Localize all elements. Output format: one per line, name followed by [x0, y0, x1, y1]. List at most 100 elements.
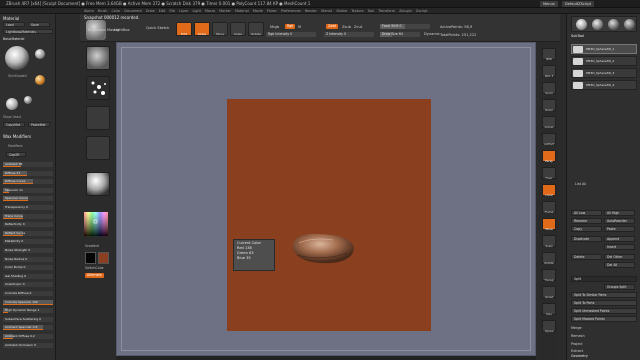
zcut-button[interactable]: Zcut [354, 25, 362, 29]
save-button[interactable]: Save [28, 22, 50, 27]
material-slider[interactable]: Reflect Curve [3, 230, 53, 236]
material-slider[interactable]: Specular 11 [3, 187, 53, 193]
subtool-row[interactable]: PM3D_Sphere3D_4 [571, 80, 637, 90]
texture-selector[interactable] [86, 136, 110, 160]
split-unmasked-button[interactable]: Split Unmasked Points [571, 308, 637, 314]
view-persp-button[interactable]: Persp [542, 150, 556, 163]
mrgb-button[interactable]: Mrgb [270, 25, 279, 29]
draw-size-slider[interactable]: Draw Size 64 [380, 32, 420, 37]
view-move-button[interactable]: Move [542, 218, 556, 231]
secondary-color-swatch[interactable] [85, 252, 96, 264]
subtool-row[interactable]: PM3D_Sphere3D_2 [571, 56, 637, 66]
edit-button[interactable]: Edit [176, 22, 192, 36]
default-zscript-button[interactable]: DefaultZScript [562, 1, 595, 7]
dynamic-toggle[interactable]: Dynamic [424, 32, 440, 36]
material-slider[interactable]: Metallicity 0 [3, 239, 53, 245]
delete-button[interactable]: Delete [571, 254, 602, 260]
view-scale-button[interactable]: Scale [542, 235, 556, 248]
scale-button[interactable]: Scale [230, 22, 246, 36]
sculpted-rock-model[interactable] [287, 229, 357, 267]
material-slider[interactable]: Ambient Specular 0.8 [3, 325, 53, 331]
split-parts-button[interactable]: Split To Parts [571, 300, 637, 306]
material-slider[interactable]: Ambient 36 [3, 162, 53, 167]
zadd-button[interactable]: Zadd [326, 24, 339, 29]
load-button[interactable]: Load [3, 22, 25, 27]
view-local-button[interactable]: Local [542, 184, 556, 197]
show-used-label[interactable]: Show Used [3, 115, 21, 119]
menus-button[interactable]: Menus [540, 1, 558, 7]
tool-thumb-3[interactable] [608, 19, 619, 30]
material-slider[interactable]: Gel Shading 0 [3, 273, 53, 279]
material-slider[interactable]: Reflectivity 0 [3, 222, 53, 228]
list-all-button[interactable]: List All [575, 182, 586, 186]
view-spix-3-button[interactable]: SPix 3 [542, 65, 556, 78]
brush-selector[interactable] [86, 46, 110, 70]
auto-reorder-button[interactable]: AutoReorder [604, 218, 635, 224]
material-slider[interactable]: Diffuse Curve [3, 179, 53, 185]
view-rotate-button[interactable]: Rotate [542, 252, 556, 265]
subtool-row[interactable]: PM3D_Sphere3D_1 [571, 44, 637, 54]
view-solo-button[interactable]: Solo [542, 303, 556, 316]
split-masked-button[interactable]: Split Masked Points [571, 316, 637, 322]
view-scroll-button[interactable]: Scroll [542, 82, 556, 95]
rotate-button[interactable]: Rotate [248, 22, 264, 36]
canvas-viewport[interactable]: Current Color Red 138 Green 63 Blue 35 [116, 42, 536, 356]
alternate-button[interactable]: Alternate [85, 273, 104, 278]
tool-thumbnails[interactable] [571, 16, 637, 32]
merge-section[interactable]: Merge [571, 326, 582, 330]
tool-thumb-4[interactable] [624, 19, 635, 30]
view-frame-button[interactable]: Frame [542, 201, 556, 214]
groups-split-button[interactable]: Groups Split [604, 284, 635, 290]
quick-sketch-button[interactable]: Quick Sketch [146, 26, 169, 30]
del-all-button[interactable]: Del All [604, 262, 635, 268]
material-slider[interactable]: Transparency 0 [3, 205, 53, 210]
view-zoom-button[interactable]: Zoom [542, 99, 556, 112]
material-slider[interactable]: Noise Radius 0 [3, 256, 53, 262]
tool-thumb-1[interactable] [576, 19, 587, 30]
paste-mat-button[interactable]: PasteMat [28, 122, 50, 127]
color-picker[interactable] [84, 212, 108, 240]
del-other-button[interactable]: Del Other [604, 254, 635, 260]
rename-button[interactable]: Rename [571, 218, 602, 224]
geometry-section[interactable]: Geometry [571, 354, 588, 358]
view-transp-button[interactable]: Transp [542, 269, 556, 282]
all-high-button[interactable]: All High [604, 210, 635, 216]
material-selector[interactable] [86, 172, 110, 196]
alpha-selector[interactable] [86, 106, 110, 130]
zsub-button[interactable]: Zsub [342, 25, 351, 29]
gradient-label[interactable]: Gradient [85, 244, 99, 248]
material-slider[interactable]: Ambient Occlusion 0 [3, 342, 53, 348]
split-section-header[interactable]: Split [571, 276, 637, 282]
m-button[interactable]: M [298, 25, 301, 29]
split-similar-button[interactable]: Split To Similar Parts [571, 292, 637, 298]
all-low-button[interactable]: All Low [571, 210, 602, 216]
material-thumb-4[interactable] [24, 96, 32, 104]
material-thumb-3[interactable] [6, 98, 18, 110]
material-slider[interactable]: Trans Curve [3, 213, 53, 219]
subtool-row[interactable]: PM3D_Sphere3D_3 [571, 68, 637, 78]
switch-color-label[interactable]: SwitchColor [85, 266, 104, 270]
view-floor-button[interactable]: Floor [542, 167, 556, 180]
rgb-button[interactable]: Rgb [285, 24, 296, 29]
duplicate-button[interactable]: Duplicate [571, 236, 602, 242]
view-aahalf-button[interactable]: AAHalf [542, 133, 556, 146]
document-area[interactable] [227, 99, 431, 331]
view-actual-button[interactable]: Actual [542, 116, 556, 129]
material-slider[interactable]: Noise Strength 0 [3, 248, 53, 253]
material-slider[interactable]: Colorize Diffuse 0 [3, 291, 53, 296]
material-slider[interactable]: Diffuse 47 [3, 170, 53, 176]
append-button[interactable]: Append [604, 236, 635, 242]
stroke-selector[interactable] [86, 76, 110, 100]
rgb-intensity-slider[interactable]: Rgb Intensity 0 [266, 32, 316, 37]
material-thumb-1[interactable] [35, 49, 45, 59]
view-xpose-button[interactable]: Xpose [542, 320, 556, 333]
subtool-title[interactable]: SubTool [571, 34, 584, 38]
z-intensity-slider[interactable]: Z Intensity 0 [324, 32, 374, 37]
material-slider[interactable]: Colorize Specular 100 [3, 299, 53, 305]
view-bpr-button[interactable]: BPR [542, 48, 556, 61]
material-slider[interactable]: Subsurface Scattering 0 [3, 316, 53, 322]
copy-button[interactable]: Copy [571, 226, 602, 232]
material-slider[interactable]: Specular Curve [3, 196, 53, 202]
material-preview-large[interactable] [5, 46, 29, 70]
paste-button[interactable]: Paste [604, 226, 635, 232]
